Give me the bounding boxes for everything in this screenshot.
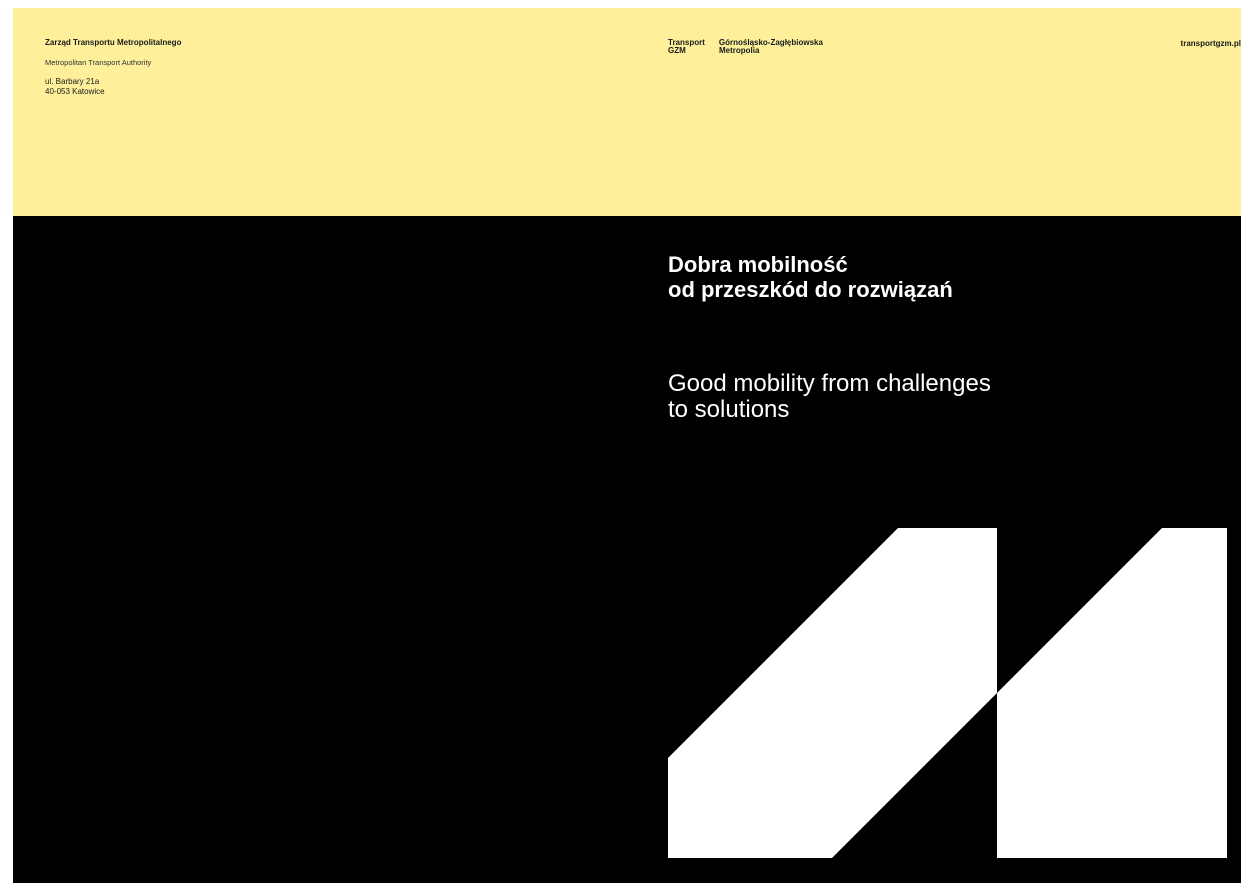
org-name: Zarząd Transportu Metropolitalnego bbox=[45, 38, 182, 47]
website-link[interactable]: transportgzm.pl bbox=[1181, 39, 1241, 48]
title-english-line2: to solutions bbox=[668, 396, 790, 423]
brand-metropolia: Metropolia bbox=[719, 46, 760, 55]
org-name-english: Metropolitan Transport Authority bbox=[45, 58, 152, 67]
brand-gzm: GZM bbox=[668, 46, 686, 55]
header-band: Zarząd Transportu Metropolitalnego Metro… bbox=[13, 8, 1241, 216]
organization-info: Zarząd Transportu Metropolitalnego Metro… bbox=[45, 38, 181, 97]
logo-left-shape bbox=[668, 528, 997, 858]
title-english: Good mobility from challenges to solutio… bbox=[668, 371, 991, 423]
document-page: Zarząd Transportu Metropolitalnego Metro… bbox=[13, 8, 1241, 883]
title-polish-line2: od przeszkód do rozwiązań bbox=[668, 277, 953, 302]
title-english-line1: Good mobility from challenges bbox=[668, 370, 991, 397]
address-city: 40-053 Katowice bbox=[45, 87, 105, 96]
logo-right-shape bbox=[997, 528, 1227, 858]
address: ul. Barbary 21a 40-053 Katowice bbox=[45, 77, 181, 97]
brand-lockup: Transport Górnośląsko-Zagłębiowska GZM Met… bbox=[668, 39, 823, 55]
address-street: ul. Barbary 21a bbox=[45, 77, 100, 86]
cover-band: Dobra mobilność od przeszkód do rozwiąza… bbox=[13, 216, 1241, 883]
gzm-metropolis-logo-icon bbox=[668, 528, 1228, 863]
title-polish: Dobra mobilność od przeszkód do rozwiąza… bbox=[668, 252, 953, 302]
title-polish-line1: Dobra mobilność bbox=[668, 252, 848, 277]
